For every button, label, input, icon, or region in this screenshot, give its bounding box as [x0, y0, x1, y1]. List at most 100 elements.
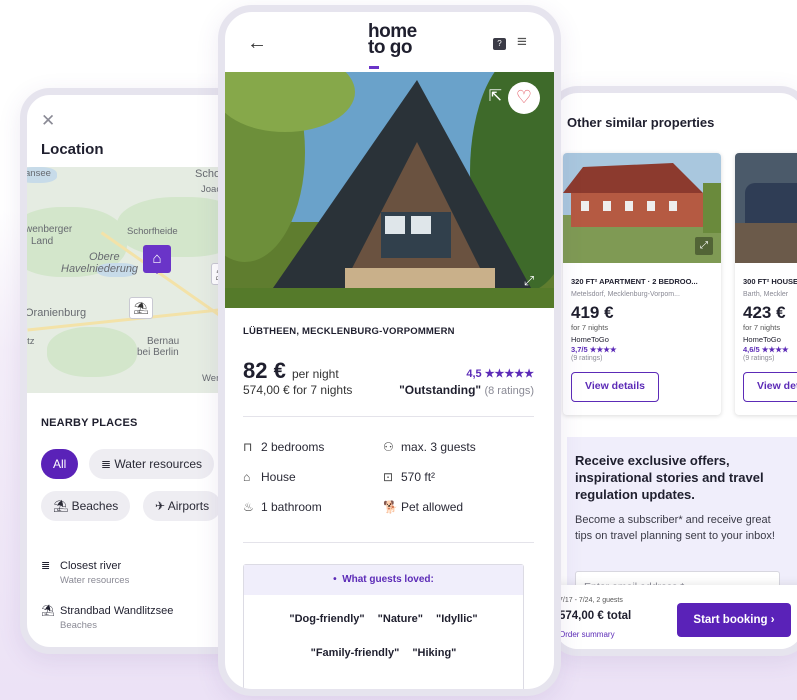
property-rating-count: (9 ratings) — [743, 355, 775, 362]
feature-bathroom: ♨ 1 bathroom — [243, 500, 322, 514]
beach-icon: ⛱ — [41, 605, 55, 617]
chip-water-resources[interactable]: ≣ Water resources — [89, 449, 214, 479]
map-label: ansee — [27, 168, 51, 179]
expand-icon[interactable]: ⤢ — [695, 237, 713, 255]
chevron-right-icon: › — [770, 614, 775, 626]
chip-beaches[interactable]: ⛱ Beaches — [41, 491, 131, 521]
feature-size: ⊡ 570 ft² — [383, 470, 435, 484]
property-rating: 3,7/5 ★★★★ — [571, 345, 617, 354]
property-card[interactable]: 300 FT² HOUSE Barth, Meckler 423 € for 7… — [735, 153, 797, 415]
newsletter-box: Receive exclusive offers, inspirational … — [567, 437, 797, 599]
feature-label: House — [261, 470, 296, 484]
share-icon[interactable]: ⇱ — [489, 86, 502, 106]
chip-label: All — [53, 457, 67, 471]
chip-label: Beaches — [71, 499, 119, 513]
water-icon: ≣ — [101, 457, 112, 471]
similar-properties-screen: Other similar properties ⤢ 320 FT² APART… — [548, 86, 797, 656]
area-icon: ⊡ — [383, 470, 394, 484]
rating-word: "Outstanding" — [399, 383, 482, 397]
loved-tag: "Hiking" — [412, 647, 457, 659]
chip-all[interactable]: All — [41, 449, 79, 479]
feature-pets: 🐕 Pet allowed — [383, 500, 463, 514]
loved-tags-row: "Family-friendly" "Hiking" — [244, 647, 523, 659]
property-image[interactable]: ⤢ — [563, 153, 721, 263]
chip-label: Airports — [167, 499, 210, 513]
rating-label: "Outstanding" (8 ratings) — [399, 383, 534, 397]
logo-line: to go — [368, 37, 412, 59]
feature-house: ⌂ House — [243, 470, 296, 484]
place-name: Closest river — [60, 560, 122, 572]
map-label: bei Berlin — [137, 347, 179, 358]
property-price: 419 € — [571, 303, 614, 322]
guests-loved-box: • What guests loved: "Dog-friendly" "Nat… — [243, 564, 524, 689]
property-card[interactable]: ⤢ 320 FT² APARTMENT · 2 BEDROO... Metels… — [563, 153, 721, 415]
map-label: itz — [27, 336, 35, 347]
property-price: 423 € — [743, 303, 786, 322]
feature-label: 1 bathroom — [261, 500, 322, 514]
chip-airports[interactable]: ✈ Airports — [143, 491, 222, 521]
loved-tag: "Family-friendly" — [310, 647, 400, 659]
beach-pin-icon[interactable]: ⛱ — [129, 297, 153, 319]
property-photo — [225, 72, 554, 308]
property-photo — [735, 153, 797, 263]
loved-tag: "Idyllic" — [436, 613, 478, 625]
map[interactable]: ansee Scho Joac wenberger Land Schorfhei… — [27, 167, 248, 393]
map-label: Obere — [89, 251, 120, 263]
view-details-button[interactable]: View details — [743, 372, 797, 402]
map-label: Bernau — [147, 336, 180, 347]
property-image[interactable] — [735, 153, 797, 263]
home-pin-icon[interactable]: ⌂ — [143, 245, 171, 274]
property-nights: for 7 nights — [571, 323, 609, 332]
property-region: LÜBTHEEN, MECKLENBURG-VORPOMMERN — [243, 326, 455, 337]
list-item[interactable]: ≣ Closest river Water resources — [41, 559, 129, 586]
feature-label: 2 bedrooms — [261, 440, 325, 454]
newsletter-text: Become a subscriber* and receive great t… — [575, 514, 775, 542]
map-label: Havelniederung — [61, 263, 139, 275]
expand-icon[interactable]: ⤢ — [518, 270, 540, 292]
logo-underline — [369, 66, 379, 70]
map-label: Scho — [195, 168, 221, 180]
property-provider: HomeToGo — [571, 335, 609, 344]
place-name: Strandbad Wandlitzsee — [60, 605, 174, 617]
map-label: Wer — [202, 373, 220, 384]
guests-icon: ⚇ — [383, 440, 394, 454]
price-unit: per night — [291, 367, 339, 381]
list-item[interactable]: ⛱ Strandbad Wandlitzsee Beaches — [41, 604, 173, 631]
rating-count: (8 ratings) — [484, 385, 534, 397]
map-label: Oranienburg — [27, 307, 87, 319]
guests-loved-header: • What guests loved: — [244, 565, 523, 595]
header: ← home to go ? ≡ — [225, 12, 554, 72]
property-rating-count: (9 ratings) — [571, 355, 603, 362]
help-chat-icon[interactable]: ? — [493, 38, 506, 50]
airplane-icon: ✈ — [155, 499, 166, 513]
feature-label: max. 3 guests — [401, 440, 476, 454]
feature-bedrooms: ⊓ 2 bedrooms — [243, 440, 324, 454]
total-price: 574,00 € for 7 nights — [243, 383, 353, 397]
close-icon[interactable]: ✕ — [41, 111, 55, 131]
bathroom-icon: ♨ — [243, 500, 254, 514]
location-title: Location — [41, 141, 104, 158]
nearby-places-title: NEARBY PLACES — [41, 417, 138, 429]
order-summary-link[interactable]: Order summary — [559, 630, 615, 639]
property-hero-image[interactable]: ⇱ ♡ ⤢ — [225, 72, 554, 308]
back-arrow-icon[interactable]: ← — [247, 32, 267, 55]
heart-icon[interactable]: ♡ — [508, 82, 540, 114]
loved-tags-row: "Dog-friendly" "Nature" "Idyllic" — [244, 613, 523, 625]
start-booking-button[interactable]: Start booking › — [677, 603, 791, 637]
menu-icon[interactable]: ≡ — [517, 32, 527, 52]
map-label: Land — [31, 236, 54, 247]
water-icon: ≣ — [41, 560, 51, 572]
chip-label: Water resources — [114, 457, 202, 471]
property-location: Barth, Meckler — [743, 291, 789, 298]
view-details-button[interactable]: View details — [571, 372, 659, 402]
property-type: 300 FT² HOUSE — [743, 277, 797, 286]
property-location: Metelsdorf, Mecklenburg-Vorpom... — [571, 291, 680, 298]
bed-icon: ⊓ — [243, 440, 253, 454]
map-label: Schorfheide — [127, 226, 178, 237]
property-detail-screen: ← home to go ? ≡ ⇱ ♡ ⤢ LÜBTHEEN, MECKLEN… — [218, 5, 561, 696]
property-provider: HomeToGo — [743, 335, 781, 344]
place-category: Beaches — [60, 620, 97, 631]
property-rating: 4,6/5 ★★★★ — [743, 345, 789, 354]
hometogo-logo[interactable]: home to go — [368, 22, 417, 72]
booking-bar: 7/17 - 7/24, 2 guests 574,00 € total Ord… — [555, 585, 797, 649]
